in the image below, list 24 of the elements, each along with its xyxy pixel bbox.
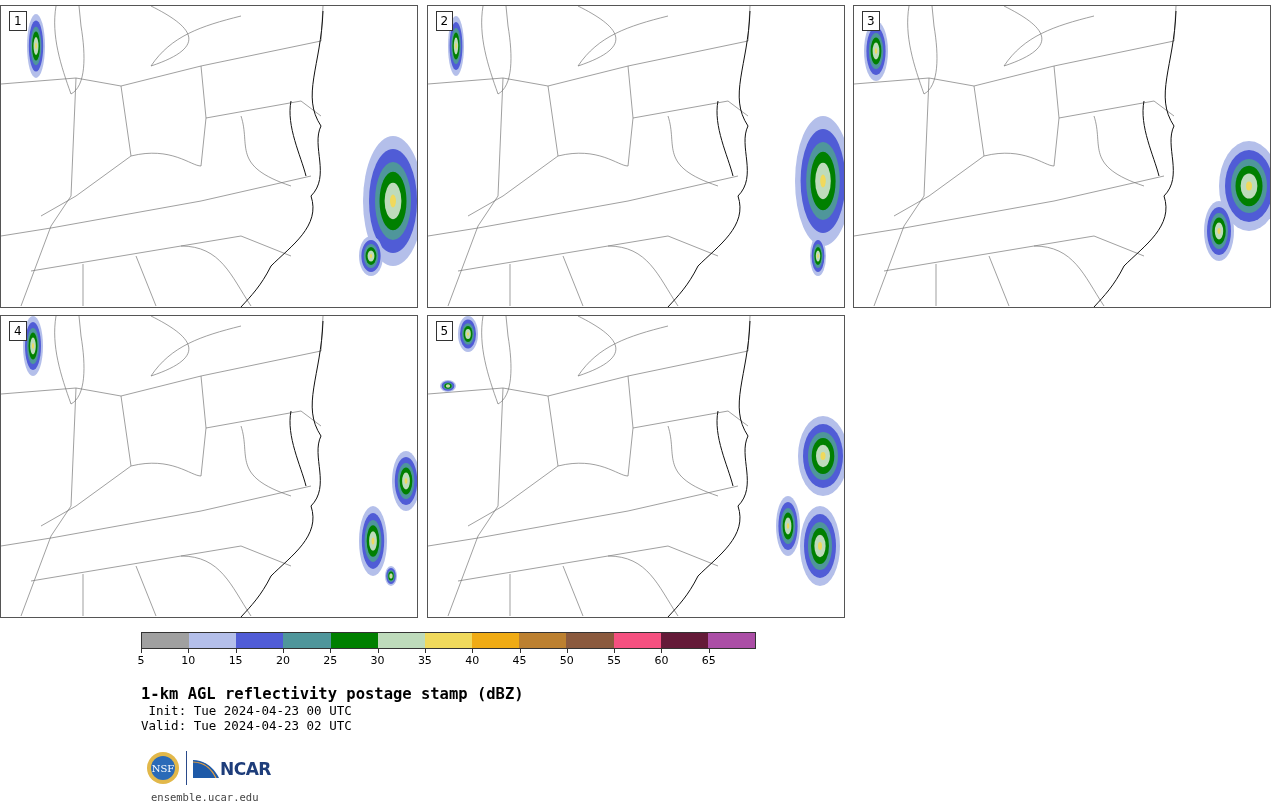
tick-label: 10	[181, 655, 196, 667]
tick-label: 40	[465, 655, 480, 667]
website-url: ensemble.ucar.edu	[151, 791, 260, 804]
chart-title: 1-km AGL reflectivity postage stamp (dBZ)	[141, 685, 525, 703]
nsf-logo: NSF	[146, 751, 180, 785]
tick-label: 20	[275, 655, 290, 667]
init-time: Init: Tue 2024-04-23 00 UTC	[147, 703, 353, 718]
ncar-logo: NCAR	[193, 758, 271, 778]
tick-label: 30	[370, 655, 385, 667]
panel-number: 2	[435, 11, 454, 31]
panel-number: 5	[435, 321, 454, 341]
tick-label: 25	[323, 655, 338, 667]
panel-number: 1	[9, 11, 27, 31]
valid-time: Valid: Tue 2024-04-23 02 UTC	[141, 718, 353, 733]
tick-label: 60	[654, 655, 669, 667]
tick-label: 15	[228, 655, 243, 667]
panel-number: 4	[9, 321, 27, 341]
tick-label: 50	[559, 655, 574, 667]
tick-label: 55	[607, 655, 622, 667]
panel-number: 3	[862, 11, 880, 31]
tick-label: 35	[417, 655, 432, 667]
tick-label: 5	[137, 655, 145, 667]
tick-label: 45	[512, 655, 527, 667]
tick-label: 65	[701, 655, 716, 667]
